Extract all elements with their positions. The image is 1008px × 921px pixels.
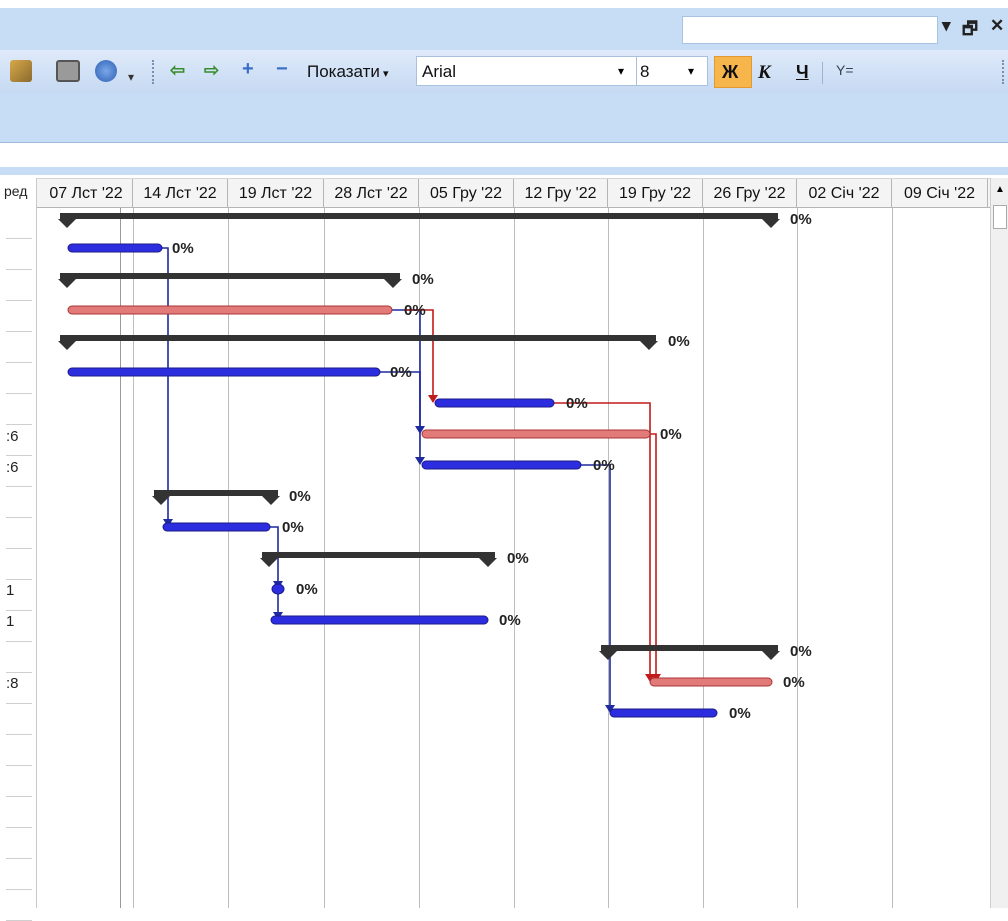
dependency-link	[581, 464, 611, 707]
summary-start-marker	[260, 558, 278, 567]
summary-bar	[60, 213, 778, 219]
scroll-thumb[interactable]	[993, 205, 1007, 229]
progress-label: 0%	[593, 457, 615, 474]
summary-bar	[154, 490, 278, 496]
scroll-up-icon[interactable]: ▲	[995, 184, 1005, 195]
progress-label: 0%	[404, 302, 426, 319]
progress-label: 0%	[790, 211, 812, 228]
task-bar	[67, 367, 381, 377]
progress-label: 0%	[660, 426, 682, 443]
summary-end-marker	[762, 219, 780, 228]
progress-label: 0%	[499, 612, 521, 629]
progress-label: 0%	[668, 333, 690, 350]
progress-label: 0%	[783, 674, 805, 691]
summary-end-marker	[762, 651, 780, 660]
toolbar-end-grip[interactable]	[1002, 60, 1006, 84]
dependency-link	[650, 433, 657, 676]
summary-end-marker	[384, 279, 402, 288]
progress-label: 0%	[412, 271, 434, 288]
progress-label: 0%	[289, 488, 311, 505]
summary-start-marker	[58, 219, 76, 228]
dependency-link	[380, 371, 421, 459]
task-bar	[434, 398, 555, 408]
summary-start-marker	[58, 341, 76, 350]
summary-end-marker	[640, 341, 658, 350]
task-bar	[609, 708, 718, 718]
task-bar	[162, 522, 271, 532]
vertical-scrollbar[interactable]	[990, 178, 1008, 908]
summary-bar	[262, 552, 495, 558]
summary-start-marker	[599, 651, 617, 660]
dependency-link	[162, 247, 169, 521]
gantt-chart: 0% 0% 0% 0% 0% 0% 0% 0% 0% 0% 0% 0% 0% 0% 0% 0% 0%	[58, 211, 812, 722]
critical-task-bar	[421, 429, 651, 439]
summary-end-marker	[262, 496, 280, 505]
task-bar	[421, 460, 582, 470]
progress-label: 0%	[296, 581, 318, 598]
progress-label: 0%	[507, 550, 529, 567]
progress-label: 0%	[282, 519, 304, 536]
critical-task-bar	[649, 677, 773, 687]
progress-label: 0%	[172, 240, 194, 257]
summary-end-marker	[479, 558, 497, 567]
task-bar	[270, 615, 489, 625]
summary-bar	[601, 645, 778, 651]
progress-label: 0%	[566, 395, 588, 412]
progress-label: 0%	[790, 643, 812, 660]
progress-label: 0%	[390, 364, 412, 381]
milestone-marker	[271, 583, 285, 595]
summary-bar	[60, 273, 400, 279]
dependency-link	[404, 309, 434, 397]
close-window-button[interactable]: ✕	[990, 16, 1004, 36]
task-bar	[67, 243, 163, 253]
critical-task-bar	[67, 305, 393, 315]
summary-start-marker	[58, 279, 76, 288]
progress-label: 0%	[729, 705, 751, 722]
dependency-link	[554, 402, 651, 676]
summary-bar	[60, 335, 656, 341]
